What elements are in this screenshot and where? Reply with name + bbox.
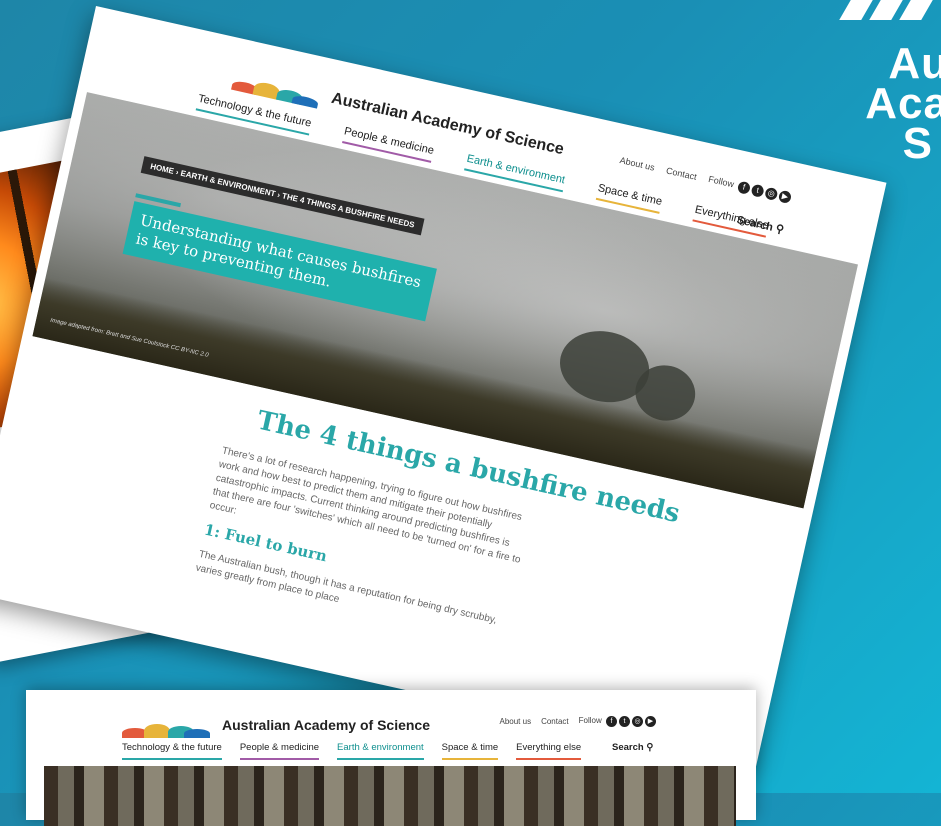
nav-people[interactable]: People & medicine: [239, 742, 320, 760]
nav-everything[interactable]: Everything else: [516, 742, 582, 760]
forest-image: [44, 766, 736, 826]
contact-link[interactable]: Contact: [541, 717, 569, 726]
main-page-card: Australian Academy of Science About us C…: [0, 6, 887, 769]
twitter-icon[interactable]: t: [619, 716, 630, 727]
facebook-icon[interactable]: f: [736, 180, 752, 195]
nav-earth[interactable]: Earth & environment: [337, 742, 424, 760]
main-nav: Technology & the future People & medicin…: [122, 742, 582, 760]
follow-label: Follow: [578, 716, 602, 725]
search-button[interactable]: Search ⚲: [612, 742, 653, 753]
contact-link[interactable]: Contact: [665, 165, 697, 182]
brand-word-2: Aca: [865, 79, 941, 128]
brand-word-1: Au: [888, 39, 941, 88]
site-logo[interactable]: Australian Academy of Science: [122, 712, 430, 738]
nav-technology[interactable]: Technology & the future: [122, 742, 222, 760]
brand-word-3: S: [902, 119, 933, 168]
nav-space[interactable]: Space & time: [441, 742, 499, 760]
instagram-icon[interactable]: ◎: [764, 186, 779, 201]
stripes-decoration: [839, 0, 941, 20]
instagram-icon[interactable]: ◎: [632, 716, 643, 727]
academy-arc-icon: [122, 712, 212, 738]
youtube-icon[interactable]: ▶: [777, 189, 793, 205]
twitter-icon[interactable]: t: [750, 183, 765, 198]
about-link[interactable]: About us: [619, 155, 656, 173]
facebook-icon[interactable]: f: [606, 716, 617, 727]
search-label: Search: [612, 742, 644, 753]
bottom-page-card: Australian Academy of Science About us C…: [26, 690, 756, 826]
utility-nav: About us Contact Follow f t ◎ ▶: [499, 716, 656, 727]
search-icon: ⚲: [774, 222, 785, 237]
site-name: Australian Academy of Science: [222, 717, 431, 733]
youtube-icon[interactable]: ▶: [645, 716, 656, 727]
follow-label: Follow: [707, 173, 736, 190]
search-icon: ⚲: [646, 742, 654, 753]
about-link[interactable]: About us: [499, 717, 531, 726]
